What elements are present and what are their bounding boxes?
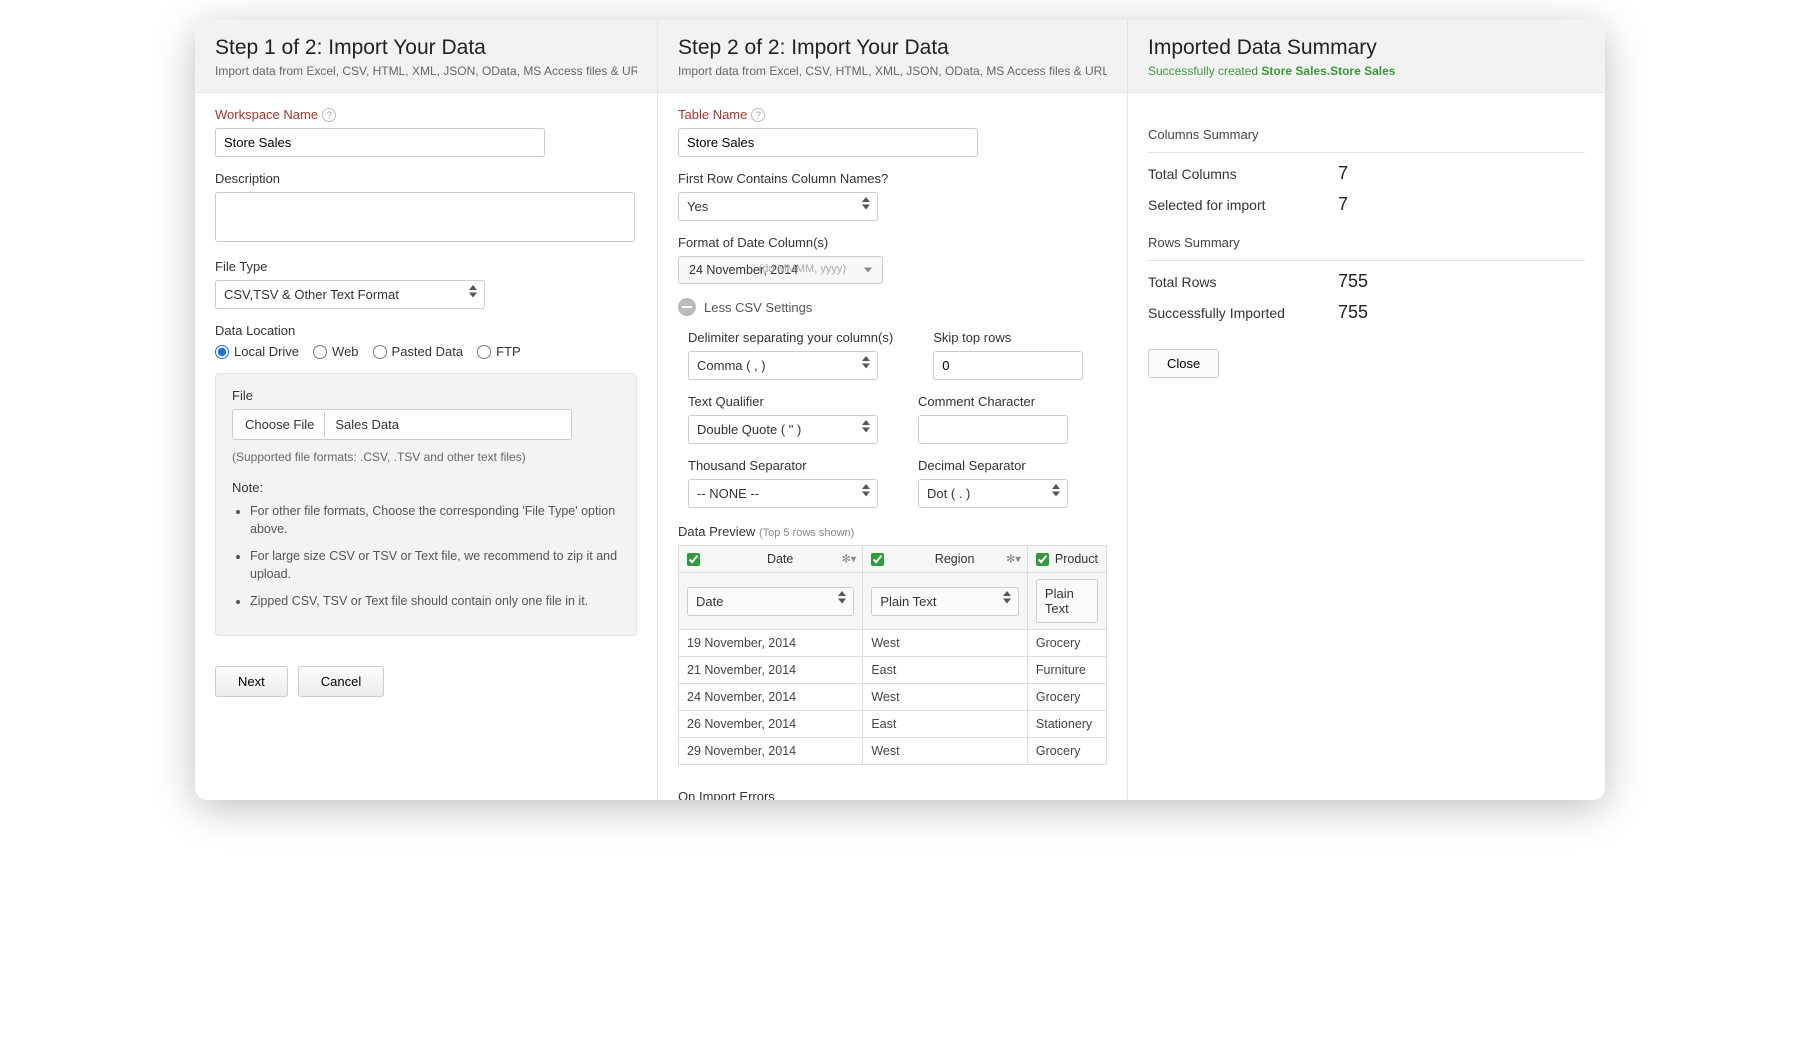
panel1-title: Step 1 of 2: Import Your Data: [215, 36, 637, 60]
comment-label: Comment Character: [918, 394, 1068, 409]
onerrors-label: On Import Errors: [678, 789, 1107, 800]
kv-total-rows: Total Rows 755: [1148, 271, 1585, 292]
panel2-header: Step 2 of 2: Import Your Data Import dat…: [658, 20, 1127, 93]
preview-header: Data Preview (Top 5 rows shown): [678, 524, 1107, 539]
panel2-body: Table Name ? First Row Contains Column N…: [658, 93, 1127, 800]
table-row: 26 November, 2014EastStationery: [679, 711, 1107, 738]
filetype-select[interactable]: CSV,TSV & Other Text Format: [215, 280, 485, 309]
radio-web[interactable]: Web: [313, 344, 359, 359]
panel3-body: Columns Summary Total Columns 7 Selected…: [1128, 93, 1605, 392]
supported-formats-hint: (Supported file formats: .CSV, .TSV and …: [232, 450, 620, 464]
file-chooser[interactable]: Choose File Sales Data: [232, 409, 572, 440]
thousand-select[interactable]: -- NONE --: [688, 479, 878, 508]
notes-list: For other file formats, Choose the corre…: [232, 503, 620, 611]
note-item: Zipped CSV, TSV or Text file should cont…: [250, 593, 620, 611]
panel-step1: Step 1 of 2: Import Your Data Import dat…: [195, 20, 658, 800]
column-header: Date: [706, 552, 854, 566]
divider: [1148, 152, 1585, 153]
column-type-select[interactable]: Date: [687, 587, 854, 616]
radio-pasted-data[interactable]: Pasted Data: [373, 344, 464, 359]
table-name-input[interactable]: [678, 128, 978, 157]
minus-icon: [678, 298, 696, 316]
success-message: Successfully created Store Sales.Store S…: [1148, 64, 1585, 78]
preview-table: Date ✻▾ Region ✻▾: [678, 545, 1107, 765]
column-checkbox[interactable]: [871, 553, 884, 566]
table-name-label: Table Name ?: [678, 107, 1107, 122]
panel-summary: Imported Data Summary Successfully creat…: [1128, 20, 1605, 800]
column-checkbox[interactable]: [687, 553, 700, 566]
column-header: Product: [1055, 552, 1098, 566]
app-frame: Step 1 of 2: Import Your Data Import dat…: [195, 20, 1605, 800]
decimal-label: Decimal Separator: [918, 458, 1068, 473]
file-label: File: [232, 388, 620, 403]
panel2-subtitle: Import data from Excel, CSV, HTML, XML, …: [678, 64, 1107, 78]
panel2-title: Step 2 of 2: Import Your Data: [678, 36, 1107, 60]
close-button[interactable]: Close: [1148, 349, 1219, 378]
table-row: 21 November, 2014EastFurniture: [679, 657, 1107, 684]
kv-success-rows: Successfully Imported 755: [1148, 302, 1585, 323]
textq-select[interactable]: Double Quote ( " ): [688, 415, 878, 444]
gear-icon[interactable]: ✻▾: [842, 553, 857, 566]
column-type-select[interactable]: Plain Text: [871, 587, 1019, 616]
delimiter-select[interactable]: Comma ( , ): [688, 351, 878, 380]
table-row: 19 November, 2014WestGrocery: [679, 630, 1107, 657]
skiptop-label: Skip top rows: [933, 330, 1083, 345]
chosen-file-name: Sales Data: [325, 412, 409, 437]
workspace-name-label: Workspace Name ?: [215, 107, 637, 122]
divider: [1148, 260, 1585, 261]
kv-selected-columns: Selected for import 7: [1148, 194, 1585, 215]
description-textarea[interactable]: [215, 192, 635, 242]
column-header: Region: [890, 552, 1019, 566]
workspace-name-input[interactable]: [215, 128, 545, 157]
description-label: Description: [215, 171, 637, 186]
choose-file-button[interactable]: Choose File: [235, 412, 325, 437]
panel1-subtitle: Import data from Excel, CSV, HTML, XML, …: [215, 64, 637, 78]
panel3-title: Imported Data Summary: [1148, 36, 1585, 60]
datalocation-radios: Local Drive Web Pasted Data FTP: [215, 344, 637, 359]
panel1-footer: Next Cancel: [215, 666, 637, 697]
panel1-header: Step 1 of 2: Import Your Data Import dat…: [195, 20, 657, 93]
note-item: For other file formats, Choose the corre…: [250, 503, 620, 538]
dateformat-select[interactable]: 24 November, 2014 (dd MMMM, yyyy): [678, 256, 883, 284]
dateformat-label: Format of Date Column(s): [678, 235, 1107, 250]
firstrow-select[interactable]: Yes: [678, 192, 878, 221]
csv-settings-toggle[interactable]: Less CSV Settings: [678, 298, 1107, 316]
file-box: File Choose File Sales Data (Supported f…: [215, 373, 637, 636]
panel-step2: Step 2 of 2: Import Your Data Import dat…: [658, 20, 1128, 800]
csv-settings: Delimiter separating your column(s) Comm…: [678, 330, 1107, 508]
radio-local-drive[interactable]: Local Drive: [215, 344, 299, 359]
next-button[interactable]: Next: [215, 666, 288, 697]
column-type-select[interactable]: Plain Text: [1036, 579, 1098, 623]
cancel-button[interactable]: Cancel: [298, 666, 384, 697]
panel1-body: Workspace Name ? Description File Type C…: [195, 93, 657, 711]
firstrow-label: First Row Contains Column Names?: [678, 171, 1107, 186]
help-icon[interactable]: ?: [322, 108, 336, 122]
note-item: For large size CSV or TSV or Text file, …: [250, 548, 620, 583]
filetype-label: File Type: [215, 259, 637, 274]
chevron-down-icon: [864, 268, 872, 273]
comment-input[interactable]: [918, 415, 1068, 444]
panels-row: Step 1 of 2: Import Your Data Import dat…: [195, 20, 1605, 800]
decimal-select[interactable]: Dot ( . ): [918, 479, 1068, 508]
table-row: 24 November, 2014WestGrocery: [679, 684, 1107, 711]
panel3-header: Imported Data Summary Successfully creat…: [1128, 20, 1605, 93]
radio-ftp[interactable]: FTP: [477, 344, 521, 359]
gear-icon[interactable]: ✻▾: [1006, 553, 1021, 566]
kv-total-columns: Total Columns 7: [1148, 163, 1585, 184]
rows-summary-label: Rows Summary: [1148, 235, 1585, 250]
column-checkbox[interactable]: [1036, 553, 1049, 566]
datalocation-label: Data Location: [215, 323, 637, 338]
skiptop-input[interactable]: [933, 351, 1083, 380]
columns-summary-label: Columns Summary: [1148, 127, 1585, 142]
delimiter-label: Delimiter separating your column(s): [688, 330, 893, 345]
textq-label: Text Qualifier: [688, 394, 878, 409]
help-icon[interactable]: ?: [751, 108, 765, 122]
note-header: Note:: [232, 480, 620, 495]
thousand-label: Thousand Separator: [688, 458, 878, 473]
table-row: 29 November, 2014WestGrocery: [679, 738, 1107, 765]
